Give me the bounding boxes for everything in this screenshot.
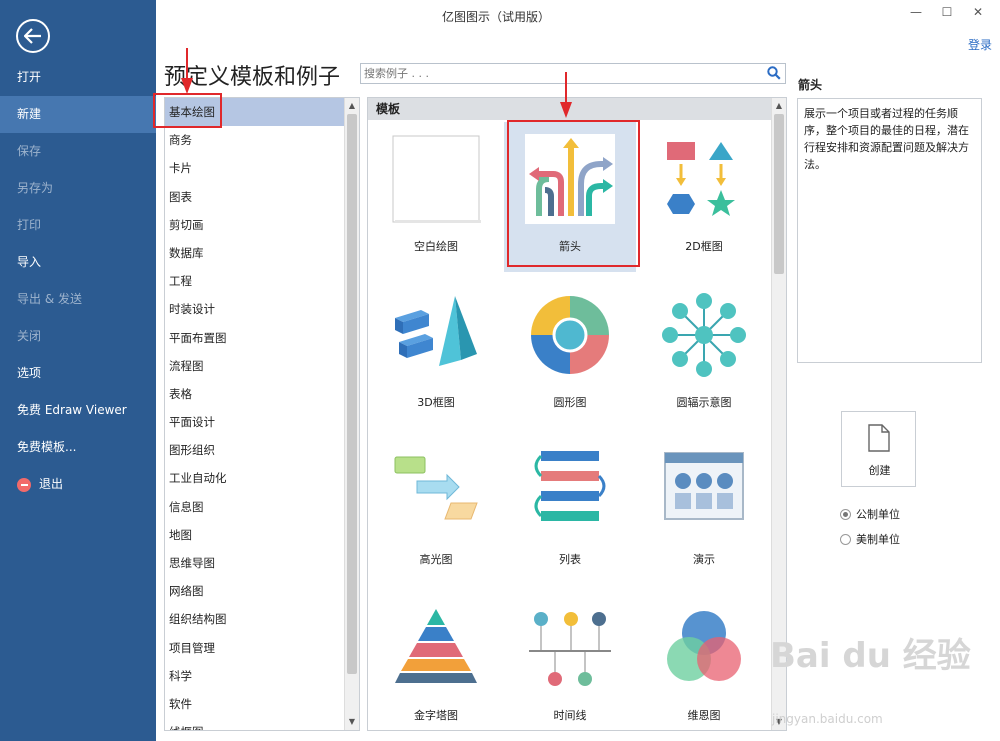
category-scrollbar[interactable]: ▲ ▼ <box>344 98 359 730</box>
arrow-left-icon <box>24 28 41 44</box>
radio-checked-icon <box>840 508 851 520</box>
nav-open[interactable]: 打开 <box>0 59 156 96</box>
list-icon <box>525 447 615 537</box>
nav-export-send[interactable]: 导出 & 发送 <box>0 281 156 318</box>
back-button[interactable] <box>16 19 50 53</box>
close-button[interactable]: ✕ <box>968 5 988 19</box>
template-3d-block[interactable]: 3D框图 <box>370 278 502 428</box>
radial-diagram-icon <box>659 290 749 380</box>
venn-icon <box>659 603 749 693</box>
circle-chart-icon <box>525 290 615 380</box>
scroll-thumb[interactable] <box>347 114 357 674</box>
us-units-radio[interactable]: 美制单位 <box>840 531 900 547</box>
category-item[interactable]: 平面设计 <box>165 408 345 436</box>
nav-options[interactable]: 选项 <box>0 355 156 392</box>
nav-close[interactable]: 关闭 <box>0 318 156 355</box>
login-link[interactable]: 登录 <box>968 36 992 53</box>
category-item[interactable]: 流程图 <box>165 352 345 380</box>
template-highlight[interactable]: 高光图 <box>370 435 502 585</box>
category-item[interactable]: 工业自动化 <box>165 464 345 492</box>
template-description: 展示一个项目或者过程的任务顺序，整个项目的最佳的日程，潜在行程安排和资源配置问题… <box>797 98 982 363</box>
category-item[interactable]: 线框图 <box>165 718 345 730</box>
search-icon[interactable] <box>767 66 781 80</box>
annotation-arrow-icon <box>560 72 572 118</box>
category-item[interactable]: 数据库 <box>165 239 345 267</box>
category-item[interactable]: 图表 <box>165 183 345 211</box>
scroll-thumb[interactable] <box>774 114 784 274</box>
nav-free-viewer[interactable]: 免费 Edraw Viewer <box>0 392 156 429</box>
category-item[interactable]: 软件 <box>165 690 345 718</box>
watermark-logo: Bai du 经验 <box>770 636 971 676</box>
scroll-up-icon[interactable]: ▲ <box>347 101 357 111</box>
template-venn[interactable]: 维恩图 <box>638 591 770 730</box>
2d-block-icon <box>659 134 749 224</box>
category-item[interactable]: 商务 <box>165 126 345 154</box>
radio-unchecked-icon <box>840 533 851 545</box>
category-list: 基本绘图 商务 卡片 图表 剪切画 数据库 工程 时装设计 平面布置图 流程图 … <box>165 98 345 730</box>
presentation-icon <box>659 447 749 537</box>
nav-import[interactable]: 导入 <box>0 244 156 281</box>
nav-new[interactable]: 新建 <box>0 96 156 133</box>
category-item[interactable]: 时装设计 <box>165 295 345 323</box>
template-list[interactable]: 列表 <box>504 435 636 585</box>
nav-save-as[interactable]: 另存为 <box>0 170 156 207</box>
pyramid-icon <box>391 603 481 693</box>
minimize-button[interactable]: — <box>906 5 926 19</box>
window-title: 亿图图示（试用版） <box>441 10 550 24</box>
maximize-button[interactable]: ☐ <box>937 5 957 19</box>
template-timeline[interactable]: 时间线 <box>504 591 636 730</box>
timeline-icon <box>525 603 615 693</box>
template-title: 箭头 <box>798 78 823 92</box>
category-item[interactable]: 地图 <box>165 521 345 549</box>
nav-exit[interactable]: 退出 <box>0 466 156 503</box>
category-item[interactable]: 网络图 <box>165 577 345 605</box>
category-item[interactable]: 信息图 <box>165 493 345 521</box>
template-2d-block[interactable]: 2D框图 <box>638 122 770 272</box>
category-item[interactable]: 平面布置图 <box>165 324 345 352</box>
category-item[interactable]: 思维导图 <box>165 549 345 577</box>
create-button[interactable]: 创建 <box>841 411 916 487</box>
category-item[interactable]: 科学 <box>165 662 345 690</box>
category-item[interactable]: 图形组织 <box>165 436 345 464</box>
category-item[interactable]: 项目管理 <box>165 634 345 662</box>
nav-save[interactable]: 保存 <box>0 133 156 170</box>
category-item[interactable]: 卡片 <box>165 154 345 182</box>
annotation-arrow-icon <box>181 48 193 94</box>
search-box <box>360 63 786 84</box>
nav-free-templates[interactable]: 免费模板... <box>0 429 156 466</box>
highlight-box-category <box>153 93 222 128</box>
nav-print[interactable]: 打印 <box>0 207 156 244</box>
exit-icon <box>17 477 31 492</box>
highlight-box-template <box>507 120 640 267</box>
category-item[interactable]: 工程 <box>165 267 345 295</box>
new-document-icon <box>867 424 890 452</box>
highlight-icon <box>391 447 481 537</box>
category-item[interactable]: 表格 <box>165 380 345 408</box>
template-blank[interactable]: 空白绘图 <box>370 122 502 272</box>
title-bar: 亿图图示（试用版） <box>156 0 1000 32</box>
scroll-down-icon[interactable]: ▼ <box>347 717 357 727</box>
template-presentation[interactable]: 演示 <box>638 435 770 585</box>
blank-page-icon <box>391 134 481 224</box>
3d-block-icon <box>391 290 481 380</box>
template-pyramid[interactable]: 金字塔图 <box>370 591 502 730</box>
backstage-nav: 打开 新建 保存 另存为 打印 导入 导出 & 发送 关闭 选项 免费 Edra… <box>0 0 156 741</box>
category-item[interactable]: 剪切画 <box>165 211 345 239</box>
watermark-url: jingyan.baidu.com <box>772 712 883 726</box>
category-panel: 基本绘图 商务 卡片 图表 剪切画 数据库 工程 时装设计 平面布置图 流程图 … <box>164 97 360 731</box>
template-circle-chart[interactable]: 圆形图 <box>504 278 636 428</box>
metric-units-radio[interactable]: 公制单位 <box>840 506 900 522</box>
scroll-up-icon[interactable]: ▲ <box>774 101 784 111</box>
template-radial[interactable]: 圆辐示意图 <box>638 278 770 428</box>
category-item[interactable]: 组织结构图 <box>165 605 345 633</box>
